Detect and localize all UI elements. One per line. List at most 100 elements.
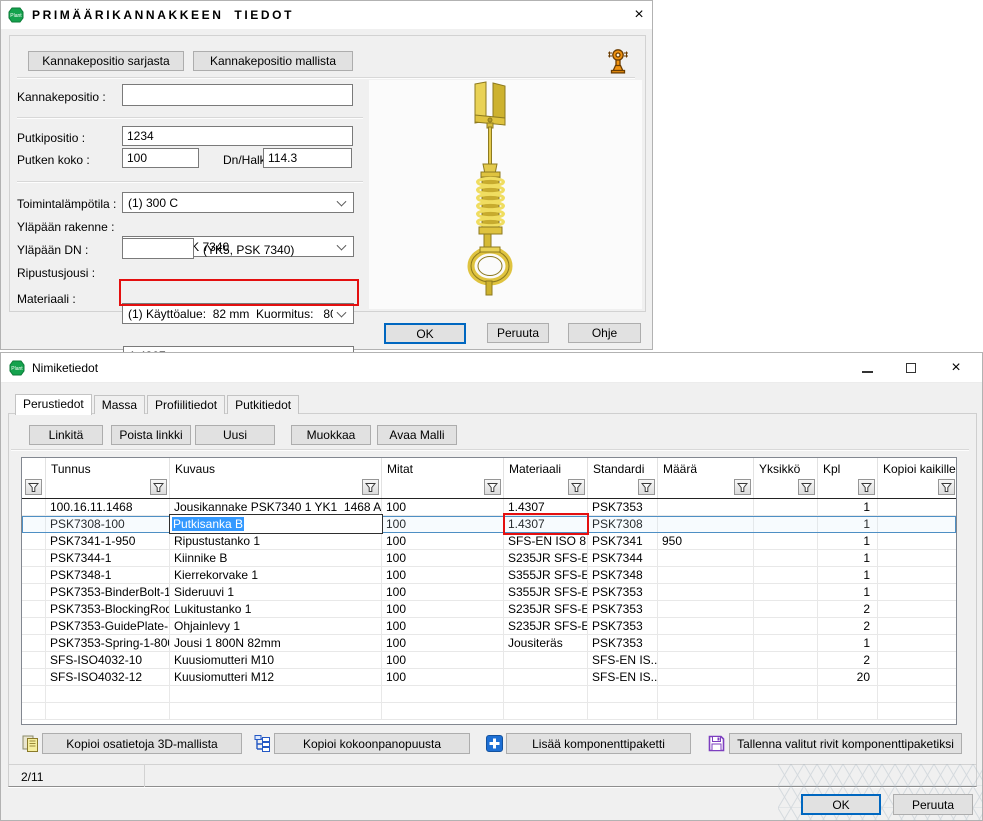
filter-button[interactable]: [734, 479, 751, 495]
cell-yksikko: [754, 567, 818, 584]
svg-text:Plant: Plant: [11, 366, 23, 372]
cell-kpl: 1: [818, 533, 878, 550]
table-row[interactable]: 100.16.11.1468Jousikannake PSK7340 1 YK1…: [22, 499, 956, 516]
filter-button[interactable]: [484, 479, 501, 495]
toolbar-button-uusi[interactable]: Uusi: [195, 425, 275, 445]
toimintalampotila-label: Toimintalämpötila :: [17, 197, 116, 211]
cell-kuvaus: Kierrekorvake 1: [170, 567, 382, 584]
column-header-yksikko: Yksikkö: [754, 458, 818, 498]
cell-yksikko: [754, 584, 818, 601]
filter-button[interactable]: [938, 479, 955, 495]
ok-button[interactable]: OK: [801, 794, 881, 815]
cell-materiaali: [504, 652, 588, 669]
putken-koko-input[interactable]: [122, 148, 199, 168]
filter-button[interactable]: [362, 479, 379, 495]
table-row[interactable]: PSK7353-BinderBolt-1Sideruuvi 1100S355JR…: [22, 584, 956, 601]
maximize-icon[interactable]: [897, 356, 925, 380]
cancel-button[interactable]: Peruuta: [487, 323, 549, 343]
column-header-label: Kpl: [823, 462, 840, 476]
cell-tunnus: [46, 686, 170, 703]
ok-button[interactable]: OK: [384, 323, 466, 344]
toolbar-button-poista-linkki[interactable]: Poista linkki: [111, 425, 191, 445]
toimintalampotila-select[interactable]: (1) 300 C: [122, 192, 354, 213]
filter-button[interactable]: [858, 479, 875, 495]
cell-materiaali: [504, 669, 588, 686]
cell-maara: [658, 635, 754, 652]
table-row[interactable]: PSK7344-1Kiinnike B100S235JR SFS-E...PSK…: [22, 550, 956, 567]
action-button-kopioi-osatietoja-3d-mallista[interactable]: Kopioi osatietoja 3D-mallista: [42, 733, 242, 754]
cell-kuvaus: Lukitustanko 1: [170, 601, 382, 618]
toolbar-button-avaa-malli[interactable]: Avaa Malli: [377, 425, 457, 445]
column-header-label: Standardi: [593, 462, 644, 476]
tab-perustiedot[interactable]: Perustiedot: [15, 394, 92, 415]
separator: [17, 117, 363, 119]
tab-massa[interactable]: Massa: [94, 395, 145, 414]
table-row[interactable]: SFS-ISO4032-10Kuusiomutteri M10100SFS-EN…: [22, 652, 956, 669]
table-row[interactable]: PSK7348-1Kierrekorvake 1100S355JR SFS-E.…: [22, 567, 956, 584]
kannakepositio-mallista-button[interactable]: Kannakepositio mallista: [193, 51, 353, 71]
dn-halk-input[interactable]: [263, 148, 352, 168]
support-symbol-icon[interactable]: [605, 46, 631, 74]
cell-kpl: 1: [818, 516, 878, 533]
tab-bar: PerustiedotMassaProfiilitiedotPutkitiedo…: [15, 393, 299, 414]
edit-cell-selected-text: Putkisanka B: [172, 517, 244, 531]
cell-selector: [22, 499, 46, 516]
assembly-tree-icon[interactable]: [253, 734, 272, 753]
cell-standardi: PSK7348: [588, 567, 658, 584]
ylapaan-dn-input[interactable]: [122, 238, 194, 259]
filter-button[interactable]: [25, 479, 42, 495]
filter-button[interactable]: [798, 479, 815, 495]
add-package-icon[interactable]: [485, 734, 504, 753]
close-icon[interactable]: ×: [627, 4, 651, 26]
cell-selector: [22, 669, 46, 686]
toolbar-button-muokkaa[interactable]: Muokkaa: [291, 425, 371, 445]
table-row[interactable]: PSK7308-100Putkisanka B1001.4307PSK73081: [22, 516, 956, 533]
tab-profiilitiedot[interactable]: Profiilitiedot: [147, 395, 225, 414]
item-dialog-title: Nimiketiedot: [32, 361, 98, 375]
kuvaus-edit-cell[interactable]: Putkisanka B: [169, 514, 383, 534]
separator: [17, 181, 363, 183]
cell-yksikko: [754, 703, 818, 720]
table-row[interactable]: SFS-ISO4032-12Kuusiomutteri M12100SFS-EN…: [22, 669, 956, 686]
table-row[interactable]: PSK7341-1-950Ripustustanko 1100SFS-EN IS…: [22, 533, 956, 550]
save-package-icon[interactable]: [707, 734, 726, 753]
cell-selector: [22, 533, 46, 550]
cell-selector: [22, 703, 46, 720]
minimize-icon[interactable]: [853, 356, 881, 380]
row-count-status: 2/11: [21, 770, 43, 784]
putkipositio-input[interactable]: [122, 126, 353, 146]
cell-selector: [22, 601, 46, 618]
ripustusjousi-select[interactable]: (1) Käyttöalue: 82 mm Kuormitus: 800 N: [122, 303, 354, 324]
action-button-kopioi-kokoonpanopuusta[interactable]: Kopioi kokoonpanopuusta: [274, 733, 470, 754]
cell-maara: [658, 703, 754, 720]
cell-yksikko: [754, 686, 818, 703]
cell-kpl: 1: [818, 567, 878, 584]
help-button[interactable]: Ohje: [568, 323, 641, 343]
table-row: [22, 703, 956, 720]
filter-button[interactable]: [568, 479, 585, 495]
toolbar-button-linkit[interactable]: Linkitä: [29, 425, 103, 445]
cell-materiaali: SFS-EN ISO 8...: [504, 533, 588, 550]
action-button-lis-komponenttipaketti[interactable]: Lisää komponenttipaketti: [506, 733, 691, 754]
kannakepositio-sarjasta-button[interactable]: Kannakepositio sarjasta: [28, 51, 184, 71]
table-row[interactable]: PSK7353-BlockingRod-1Lukitustanko 1100S2…: [22, 601, 956, 618]
filter-button[interactable]: [638, 479, 655, 495]
cell-materiaali: S355JR SFS-E...: [504, 584, 588, 601]
cell-maara: [658, 567, 754, 584]
filter-button[interactable]: [150, 479, 167, 495]
tab-putkitiedot[interactable]: Putkitiedot: [227, 395, 299, 414]
column-header-kopioi_kaikille: Kopioi kaikille: [878, 458, 957, 498]
cell-kpl: 1: [818, 550, 878, 567]
action-button-tallenna-valitut-rivit-komponenttipaketiksi[interactable]: Tallenna valitut rivit komponenttipaketi…: [729, 733, 962, 754]
kannakepositio-input[interactable]: [122, 84, 353, 106]
cell-standardi: PSK7308: [588, 516, 658, 533]
cell-maara: [658, 601, 754, 618]
cell-materiaali: 1.4307: [504, 499, 588, 516]
copy-parts-icon[interactable]: [21, 734, 40, 753]
close-icon[interactable]: ×: [942, 356, 970, 380]
cell-maara: [658, 686, 754, 703]
cancel-button[interactable]: Peruuta: [893, 794, 973, 815]
cell-kuvaus: [170, 686, 382, 703]
table-row[interactable]: PSK7353-GuidePlate-1Ohjainlevy 1100S235J…: [22, 618, 956, 635]
table-row[interactable]: PSK7353-Spring-1-800-...Jousi 1 800N 82m…: [22, 635, 956, 652]
